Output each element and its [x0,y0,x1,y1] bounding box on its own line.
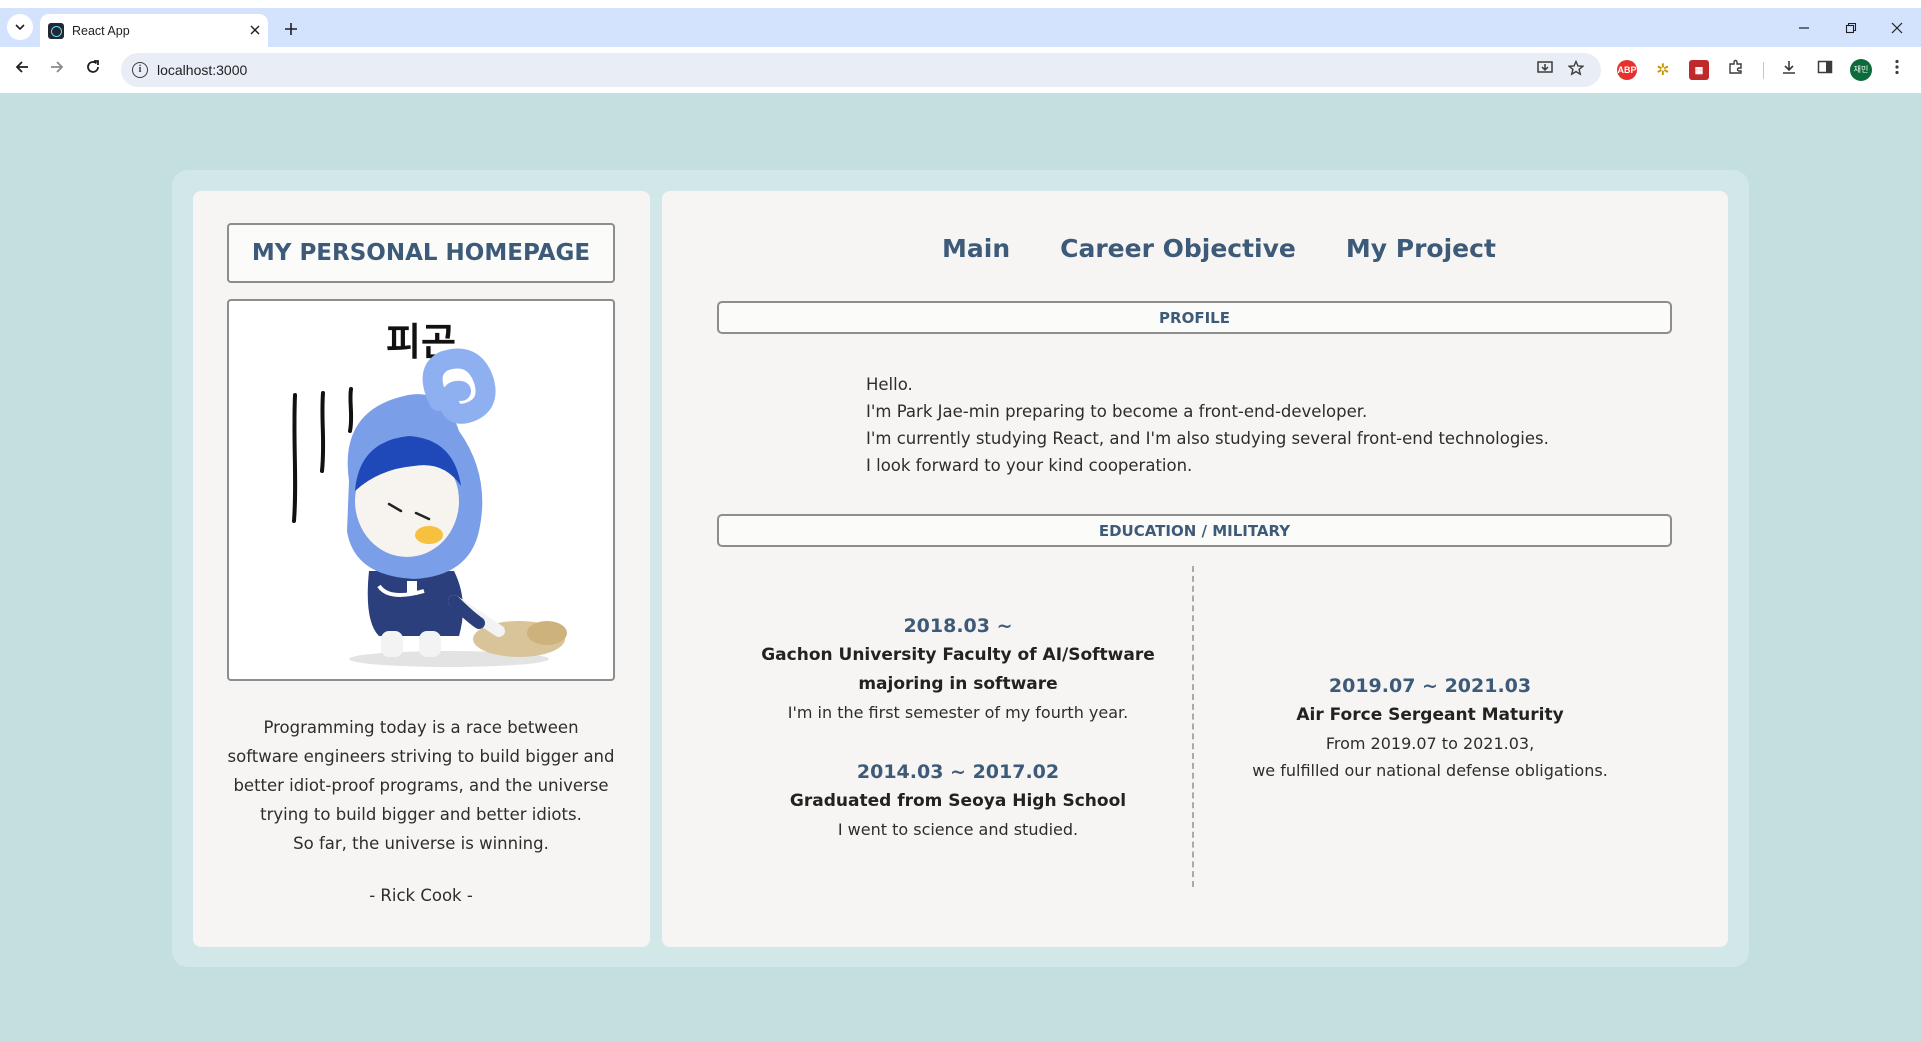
back-button[interactable] [10,58,34,82]
adblock-extension-icon[interactable]: ABP [1617,60,1637,80]
browser-toolbar: i localhost:3000 ABP ✲ ▦ 재민 [0,47,1921,93]
bug-extension-icon[interactable]: ✲ [1652,59,1674,81]
quote-author: - Rick Cook - [369,886,473,905]
profile-line: Hello. [866,375,913,394]
restore-icon [1845,22,1857,34]
kebab-menu-icon[interactable] [1886,59,1908,81]
reload-icon [87,60,99,73]
toolbar-divider [1763,62,1764,79]
entry-title: Graduated from Seoya High School [789,791,1127,811]
nav-link-career-objective[interactable]: Career Objective [1060,234,1296,268]
react-favicon-icon [48,23,64,39]
minimize-button[interactable] [1789,19,1819,41]
entry-date: 2019.07 ~ 2021.03 [1328,675,1532,697]
education-entry-university: 2018.03 ~ Gachon University Faculty of A… [717,611,1199,726]
military-entry: 2019.07 ~ 2021.03 Air Force Sergeant Mat… [1195,671,1665,784]
url-text[interactable]: localhost:3000 [157,62,247,78]
entry-title: majoring in software [858,674,1058,694]
downloads-icon[interactable] [1778,59,1800,81]
close-window-button[interactable] [1882,19,1912,41]
restore-button[interactable] [1836,19,1866,41]
arrow-left-icon [15,61,28,73]
address-bar[interactable]: i localhost:3000 [121,53,1601,87]
nav-link-my-project[interactable]: My Project [1346,234,1496,268]
entry-description: we fulfilled our national defense obliga… [1252,761,1608,780]
profile-intro: Hello. I'm Park Jae-min preparing to bec… [866,371,1549,479]
chevron-down-icon [15,24,25,31]
entry-title: Air Force Sergeant Maturity [1296,705,1564,725]
browser-tab-active[interactable]: React App [40,14,268,47]
forward-button[interactable] [45,58,69,82]
quote-line: Programming today is a race between [263,718,579,737]
reload-button[interactable] [81,58,105,82]
tab-strip: React App [0,8,1921,47]
close-icon [250,25,260,35]
education-entry-high-school: 2014.03 ~ 2017.02 Graduated from Seoya H… [717,757,1199,843]
profile-line: I'm Park Jae-min preparing to become a f… [866,402,1368,421]
red-extension-icon[interactable]: ▦ [1689,60,1709,80]
arrow-right-icon [51,61,64,73]
quote-text: Programming today is a race between soft… [205,713,637,858]
install-app-icon[interactable] [1535,60,1555,80]
new-tab-button[interactable] [280,19,302,41]
quote-line: So far, the universe is winning. [293,834,549,853]
education-column-divider [1192,566,1194,887]
quote-line: trying to build bigger and better idiots… [260,805,582,824]
close-tab-button[interactable] [246,21,264,39]
entry-date: 2014.03 ~ 2017.02 [856,761,1060,783]
main-nav: Main Career Objective My Project [942,234,1546,268]
profile-line: I'm currently studying React, and I'm al… [866,429,1549,448]
site-title: MY PERSONAL HOMEPAGE [227,223,615,283]
site-info-icon[interactable]: i [132,62,148,78]
entry-description: From 2019.07 to 2021.03, [1325,734,1535,753]
profile-avatar[interactable]: 재민 [1850,59,1872,81]
entry-title: Gachon University Faculty of AI/Software [761,645,1155,665]
entry-date: 2018.03 ~ [903,615,1013,637]
extensions-puzzle-icon[interactable] [1725,59,1747,81]
close-icon [1891,22,1903,34]
entry-description: I went to science and studied. [837,820,1079,839]
nav-link-main[interactable]: Main [942,234,1010,268]
profile-line: I look forward to your kind cooperation. [866,456,1193,475]
quote-line: better idiot-proof programs, and the uni… [233,776,609,795]
profile-section-heading: PROFILE [717,301,1672,334]
bookmark-star-icon[interactable] [1566,59,1586,80]
minimize-icon [1799,27,1809,29]
quote-line: software engineers striving to build big… [227,747,615,766]
tab-title: React App [72,24,130,38]
entry-description: I'm in the first semester of my fourth y… [787,703,1129,722]
window-top-edge [0,0,1921,8]
side-panel-icon[interactable] [1814,59,1836,81]
profile-image: 피곤 [227,299,615,681]
education-section-heading: EDUCATION / MILITARY [717,514,1672,547]
tab-search-button[interactable] [7,14,33,40]
plus-icon [285,23,297,35]
tired-character-illustration: 피곤 [292,320,567,667]
